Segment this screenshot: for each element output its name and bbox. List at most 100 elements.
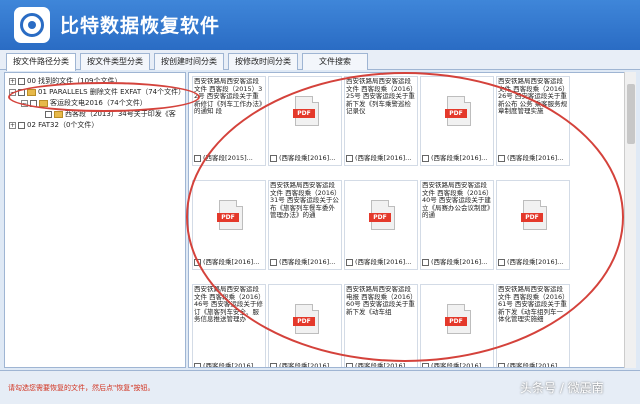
file-checkbox[interactable] — [422, 258, 429, 266]
file-thumbnail[interactable]: 西安铁路局西安客运段文件 西客段乘（2016）40号 西安客运段关于建立《局赛办… — [420, 180, 494, 270]
file-thumbnail[interactable]: PDF (西客段乘[2016]... — [420, 76, 494, 166]
app-logo-icon — [14, 7, 50, 43]
file-name-row: (西客段乘[2016]... — [270, 361, 342, 368]
file-thumbnail[interactable]: PDF (西客段乘[2016]... — [192, 180, 266, 270]
file-name-row: (西客段乘[2016]... — [270, 257, 342, 268]
file-name: (西客段乘[2016]... — [431, 258, 488, 266]
file-checkbox[interactable] — [270, 258, 277, 266]
file-name: (西客段乘[2016]... — [203, 362, 260, 368]
text-preview: 西安铁路局西安客运段文件 西客段乘（2016）26号 西安客运段关于重新公布 公… — [498, 78, 568, 115]
tab-by-path[interactable]: 按文件路径分类 — [6, 53, 76, 71]
file-name-row: (西客段乘[2016]... — [194, 361, 266, 368]
file-name: (西客段乘[2016]... — [507, 362, 564, 368]
tab-by-type[interactable]: 按文件类型分类 — [80, 53, 150, 70]
file-checkbox[interactable] — [422, 362, 429, 367]
folder-icon — [54, 111, 63, 118]
file-thumbnail[interactable]: PDF (西客段乘[2016]... — [496, 180, 570, 270]
pdf-file-icon: PDF — [293, 304, 319, 334]
file-checkbox[interactable] — [346, 258, 353, 266]
file-thumbnail[interactable]: PDF (西客段乘[2016]... — [344, 180, 418, 270]
file-name: (西客段乘[2016]... — [279, 258, 336, 266]
file-checkbox[interactable] — [422, 154, 429, 162]
file-name: (西客段乘[2016]... — [203, 258, 260, 266]
file-thumbnail[interactable]: 西安铁路局西安客运段文件 西客段乘（2016）61号 西安客运段关于重新下发《动… — [496, 284, 570, 368]
file-name: (西客段乘[2016]... — [431, 154, 488, 162]
text-preview: 西安铁路局西安客运段文件 西客段乘（2016）46号 西安客运段关于修订《旅客列… — [194, 286, 263, 323]
file-thumbnail[interactable]: 西安铁路局西安客运段文件 西客段乘（2016）26号 西安客运段关于重新公布 公… — [496, 76, 570, 166]
file-checkbox[interactable] — [498, 362, 505, 367]
tree-checkbox[interactable] — [30, 100, 37, 107]
tree-node[interactable]: 西客段（2013）34号关于印发《客 — [45, 109, 176, 120]
scrollbar-thumb[interactable] — [627, 84, 635, 144]
file-thumbnail[interactable]: 西安铁路局西安客运段文件 西客段乘（2016）25号 西安客运段关于重新下发《列… — [344, 76, 418, 166]
file-checkbox[interactable] — [194, 154, 201, 162]
pdf-file-icon: PDF — [521, 200, 547, 230]
file-name-row: (西客段乘[2016]... — [422, 153, 494, 164]
file-thumbnail[interactable]: PDF (西客段乘[2016]... — [268, 76, 342, 166]
status-hint: 请勾选您需要恢复的文件，然后点"恢复"按钮。 — [8, 384, 155, 392]
file-name-row: (西客段乘[2016]... — [346, 361, 418, 367]
file-name: (西客段乘[2016]... — [431, 362, 488, 368]
file-name-row: (西客段乘[2016]... — [498, 361, 570, 368]
file-name: (西客段乘[2016]... — [279, 362, 336, 368]
app-window: 比特数据恢复软件 按文件路径分类 按文件类型分类 按创建时间分类 按修改时间分类… — [0, 0, 640, 404]
file-name: (西客段乘[2016]... — [507, 258, 564, 266]
file-checkbox[interactable] — [346, 154, 353, 162]
file-name-row: (西客段乘[2016]... — [194, 257, 266, 268]
file-checkbox[interactable] — [270, 154, 277, 162]
text-preview: 西安铁路局西安客运段文件 西客段（2015）32号 西安客运段关于重新修订《列车… — [194, 78, 263, 115]
pdf-preview: PDF — [498, 182, 568, 252]
text-preview: 西安铁路局西安客运段文件 西客段乘（2016）61号 西安客运段关于重新下发《动… — [498, 286, 567, 323]
tree-node[interactable]: −01 PARALLELS 删除文件 EXFAT（74个文件） — [9, 87, 185, 98]
file-name-row: (西客段乘[2016]... — [346, 153, 418, 164]
text-preview: 西安铁路局西安客运段文件 西客段乘（2016）25号 西安客运段关于重新下发《列… — [346, 78, 415, 115]
pdf-preview: PDF — [422, 78, 492, 148]
pdf-file-icon: PDF — [445, 96, 471, 126]
file-checkbox[interactable] — [194, 258, 201, 266]
collapse-icon[interactable]: − — [21, 100, 28, 107]
title-bar: 比特数据恢复软件 — [0, 0, 640, 50]
pdf-file-icon: PDF — [217, 200, 243, 230]
tab-file-search[interactable]: 文件搜索 — [302, 53, 368, 70]
file-thumbnail[interactable]: 西安铁路局西安客运段文件 西客段（2015）32号 西安客运段关于重新修订《列车… — [192, 76, 266, 166]
file-checkbox[interactable] — [498, 258, 505, 266]
folder-tree: +00 找到的文件（109个文件） −01 PARALLELS 删除文件 EXF… — [4, 72, 186, 368]
expand-icon[interactable]: + — [9, 78, 16, 85]
pdf-file-icon: PDF — [369, 200, 395, 230]
text-preview: 西安铁路局西安客运段文件 西客段乘（2016）40号 西安客运段关于建立《局赛办… — [422, 182, 491, 219]
pdf-preview: PDF — [194, 182, 264, 252]
tree-node[interactable]: +02 FAT32（0个文件） — [9, 120, 98, 131]
expand-icon[interactable]: + — [9, 122, 16, 129]
tab-by-created[interactable]: 按创建时间分类 — [154, 53, 224, 70]
text-preview: 西安铁路局西安客运段电报 西客段乘（2016）60号 西安客运段关于重新下发《动… — [346, 286, 415, 316]
pdf-preview: PDF — [422, 286, 492, 356]
file-name-row: (西客段乘[2016]... — [498, 257, 570, 268]
file-name-row: (西客段乘[2016]... — [498, 153, 570, 164]
tab-by-modified[interactable]: 按修改时间分类 — [228, 53, 298, 70]
folder-icon — [39, 100, 48, 107]
tree-checkbox[interactable] — [45, 111, 52, 118]
file-thumbnail[interactable]: PDF (西客段乘[2016]... — [420, 284, 494, 368]
file-name-row: (西客段乘[2016]... — [346, 257, 418, 268]
file-name-row: (西客段[2015]... — [194, 153, 266, 164]
file-thumbnail[interactable]: PDF (西客段乘[2016]... — [268, 284, 342, 368]
file-checkbox[interactable] — [498, 154, 505, 162]
pdf-preview: PDF — [270, 78, 340, 148]
tree-checkbox[interactable] — [18, 78, 25, 85]
file-checkbox[interactable] — [194, 362, 201, 367]
tree-checkbox[interactable] — [18, 122, 25, 129]
file-name: (西客段乘[2016]... — [355, 258, 412, 266]
file-thumbnail[interactable]: 西安铁路局西安客运段文件 西客段乘（2016）31号 西安客运段关于公布《旅客列… — [268, 180, 342, 270]
file-thumbnail[interactable]: 西安铁路局西安客运段电报 西客段乘（2016）60号 西安客运段关于重新下发《动… — [344, 284, 418, 367]
app-title: 比特数据恢复软件 — [60, 15, 221, 37]
file-checkbox[interactable] — [346, 362, 353, 367]
tree-node[interactable]: − 客运段文电2016（74个文件） — [21, 98, 147, 109]
file-name-row: (西客段乘[2016]... — [422, 257, 494, 268]
collapse-icon[interactable]: − — [9, 89, 16, 96]
tree-checkbox[interactable] — [18, 89, 25, 96]
file-name-row: (西客段乘[2016]... — [270, 153, 342, 164]
tree-node[interactable]: +00 找到的文件（109个文件） — [9, 76, 122, 87]
vertical-scrollbar[interactable] — [624, 72, 636, 368]
file-checkbox[interactable] — [270, 362, 277, 367]
file-thumbnail[interactable]: 西安铁路局西安客运段文件 西客段乘（2016）46号 西安客运段关于修订《旅客列… — [192, 284, 266, 368]
